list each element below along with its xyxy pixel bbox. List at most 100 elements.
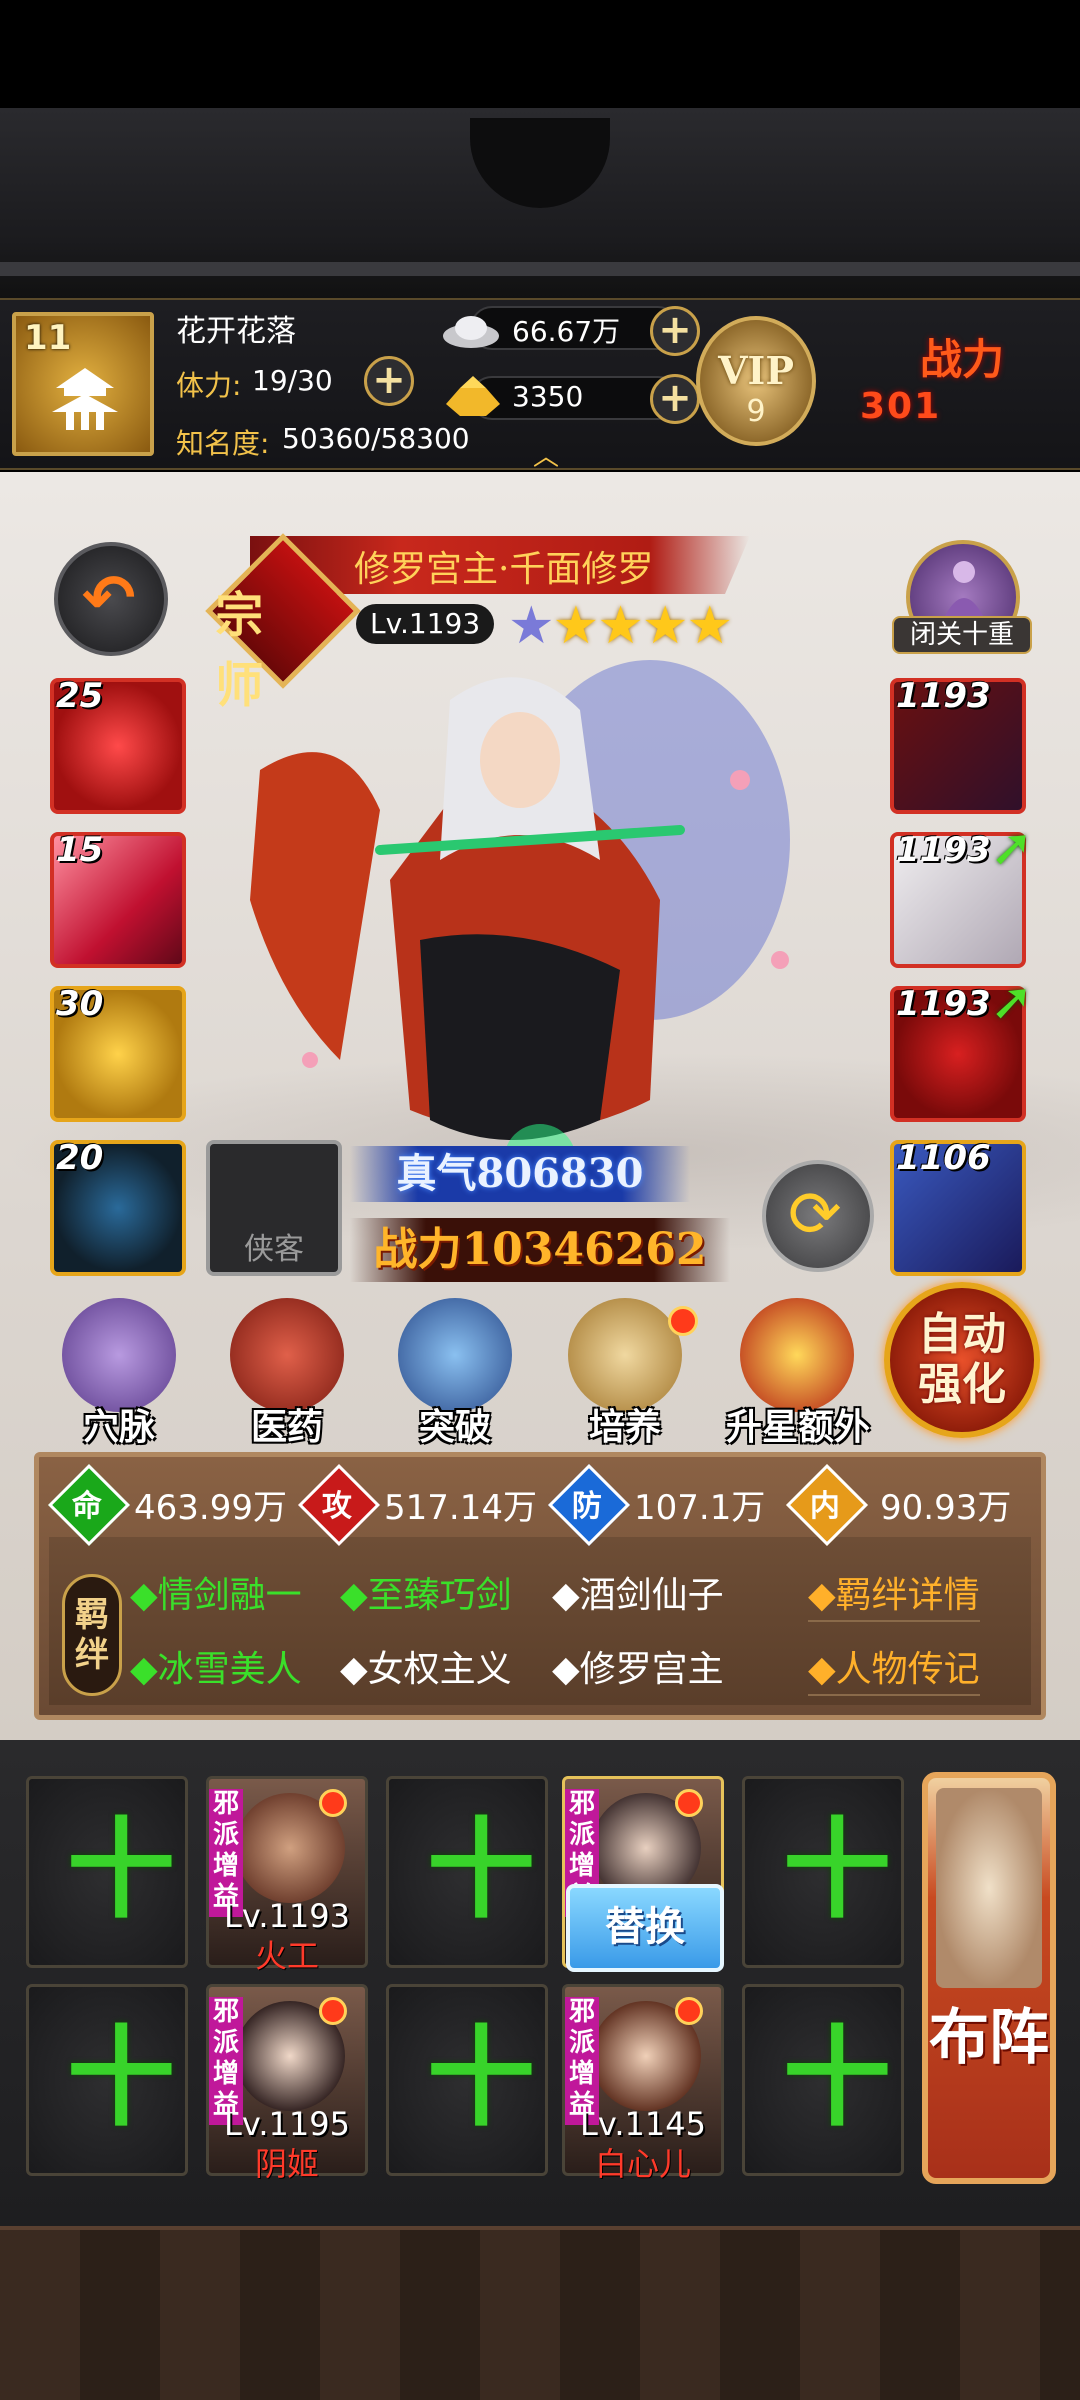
- roof-eave: [0, 262, 1080, 276]
- bond-item[interactable]: ◆修罗宫主: [552, 1640, 724, 1692]
- upgrade-arrow-icon: ➚: [990, 818, 1034, 878]
- add-icon: 十: [783, 1808, 892, 1933]
- inner-power-value: 90.93万: [880, 1488, 1012, 1528]
- hp-value: 463.99万: [134, 1488, 287, 1528]
- auto-enhance-button[interactable]: 自动强化: [884, 1282, 1040, 1438]
- action-label: 升星额外: [725, 1406, 870, 1448]
- upgrade-arrow-icon: ➚: [990, 972, 1034, 1032]
- bond-details-link[interactable]: ◆羁绊详情: [808, 1566, 980, 1622]
- silver-ingot-icon: [443, 316, 499, 348]
- training-button[interactable]: 培养: [550, 1298, 700, 1448]
- bond-item[interactable]: ◆女权主义: [340, 1640, 512, 1692]
- fame-value: 50360/58300: [282, 422, 470, 455]
- equip-level: 1193: [896, 984, 991, 1024]
- bond-item[interactable]: ◆冰雪美人: [130, 1640, 302, 1692]
- companion-slot[interactable]: 侠客: [206, 1140, 342, 1276]
- hero-level: Lv.1195: [224, 2105, 350, 2143]
- hero-level: Lv.1193: [356, 604, 495, 644]
- action-label: 穴脉: [82, 1406, 155, 1448]
- vip-level: 9: [746, 394, 766, 429]
- arrange-formation-button[interactable]: 布阵: [922, 1772, 1056, 2184]
- back-arrow-icon: ↶: [82, 562, 136, 636]
- formation-hero-slot[interactable]: 邪派增益 Lv.1193 火工: [206, 1776, 368, 1975]
- bond-item[interactable]: ◆情剑融一: [130, 1566, 302, 1618]
- equip-slot-mount[interactable]: 1106: [890, 1138, 1026, 1276]
- chevron-up-icon[interactable]: ︿: [526, 436, 566, 472]
- formation-hero-slot[interactable]: 邪派增益 Lv.1145 白心儿: [562, 1984, 724, 2183]
- refresh-icon: ⟳: [788, 1178, 842, 1252]
- add-icon: 十: [783, 2016, 892, 2141]
- roof-ornament: [470, 118, 610, 208]
- defense-value: 107.1万: [634, 1488, 766, 1528]
- add-silver-button[interactable]: +: [650, 306, 700, 356]
- formation-empty-slot[interactable]: 十: [26, 1776, 188, 1968]
- equip-level: 1193: [896, 676, 991, 716]
- hero-name: 白心儿: [594, 2145, 691, 2183]
- meridian-button[interactable]: 穴脉: [44, 1298, 194, 1448]
- add-icon: 十: [427, 1808, 536, 1933]
- medicine-icon: [230, 1298, 344, 1412]
- add-icon: 十: [67, 1808, 176, 1933]
- player-level-badge[interactable]: 11: [12, 312, 154, 456]
- stamina-value: 19/30: [252, 364, 333, 397]
- hero-name: 修罗宫主·千面修罗: [354, 549, 654, 590]
- biography-link[interactable]: ◆人物传记: [808, 1640, 980, 1696]
- notification-dot: [319, 1997, 347, 2025]
- notification-dot: [668, 1306, 698, 1336]
- formation-empty-slot[interactable]: 十: [742, 1776, 904, 1968]
- formation-empty-slot[interactable]: 十: [742, 1984, 904, 2176]
- hero-level: Lv.1145: [580, 2105, 706, 2143]
- star-up-button[interactable]: 升星额外: [718, 1298, 878, 1448]
- player-power-label: 战力: [920, 335, 1005, 384]
- auto-enhance-label: 自动强化: [918, 1309, 1006, 1410]
- skill-slot-1[interactable]: 25: [50, 676, 186, 814]
- add-gold-button[interactable]: +: [650, 374, 700, 424]
- equip-level: 1106: [896, 1138, 991, 1178]
- hero-portrait[interactable]: [220, 640, 840, 1200]
- skill-slot-4[interactable]: 20: [50, 1138, 186, 1276]
- bond-tag: 羁绊: [62, 1574, 122, 1696]
- bond-item[interactable]: ◆至臻巧剑: [340, 1566, 512, 1618]
- skill-level: 30: [56, 984, 104, 1024]
- vip-badge[interactable]: VIP 9: [696, 316, 816, 446]
- breakthrough-button[interactable]: 突破: [380, 1298, 530, 1448]
- skill-slot-3[interactable]: 30: [50, 984, 186, 1122]
- notification-dot: [675, 1997, 703, 2025]
- formation-empty-slot[interactable]: 十: [26, 1984, 188, 2176]
- formation-empty-slot[interactable]: 十: [386, 1984, 548, 2176]
- back-button[interactable]: ↶: [54, 542, 168, 656]
- action-label: 医药: [250, 1406, 323, 1448]
- true-qi-value: 真气806830: [350, 1146, 690, 1202]
- companion-label: 侠客: [244, 1232, 304, 1267]
- skill-slot-2[interactable]: 15: [50, 830, 186, 968]
- action-label: 突破: [418, 1406, 491, 1448]
- status-bar: [0, 0, 1080, 108]
- swap-hero-button[interactable]: ⟳: [762, 1160, 874, 1272]
- hero-level: Lv.1193: [224, 1897, 350, 1935]
- action-label: 培养: [588, 1406, 661, 1448]
- gold-amount: 3350: [512, 380, 584, 413]
- player-level: 11: [24, 318, 72, 358]
- add-icon: 十: [67, 2016, 176, 2141]
- attack-value: 517.14万: [384, 1488, 537, 1528]
- formation-empty-slot[interactable]: 十: [386, 1776, 548, 1968]
- training-icon: [568, 1298, 682, 1412]
- formation-hero-slot[interactable]: 邪派增益 Lv.1195 阴姬: [206, 1984, 368, 2183]
- arrange-formation-label: 布阵: [929, 2003, 1049, 2073]
- equip-slot-weapon[interactable]: 1193: [890, 676, 1026, 814]
- skill-level: 15: [56, 830, 104, 870]
- add-icon: 十: [427, 2016, 536, 2141]
- replace-button[interactable]: 替换: [566, 1884, 724, 1972]
- medicine-button[interactable]: 医药: [212, 1298, 362, 1448]
- notification-dot: [675, 1789, 703, 1817]
- player-power-value: 301: [860, 386, 942, 427]
- meridian-icon: [62, 1298, 176, 1412]
- bond-item[interactable]: ◆酒剑仙子: [552, 1566, 724, 1618]
- formation-banner-art: [936, 1788, 1042, 1988]
- breakthrough-icon: [398, 1298, 512, 1412]
- fame-label: 知名度:: [176, 427, 270, 460]
- add-stamina-button[interactable]: +: [364, 356, 414, 406]
- player-power: 战力 301: [840, 320, 1070, 450]
- bottom-decor-bar: [0, 2226, 1080, 2400]
- meditate-label: 闭关十重: [892, 616, 1032, 654]
